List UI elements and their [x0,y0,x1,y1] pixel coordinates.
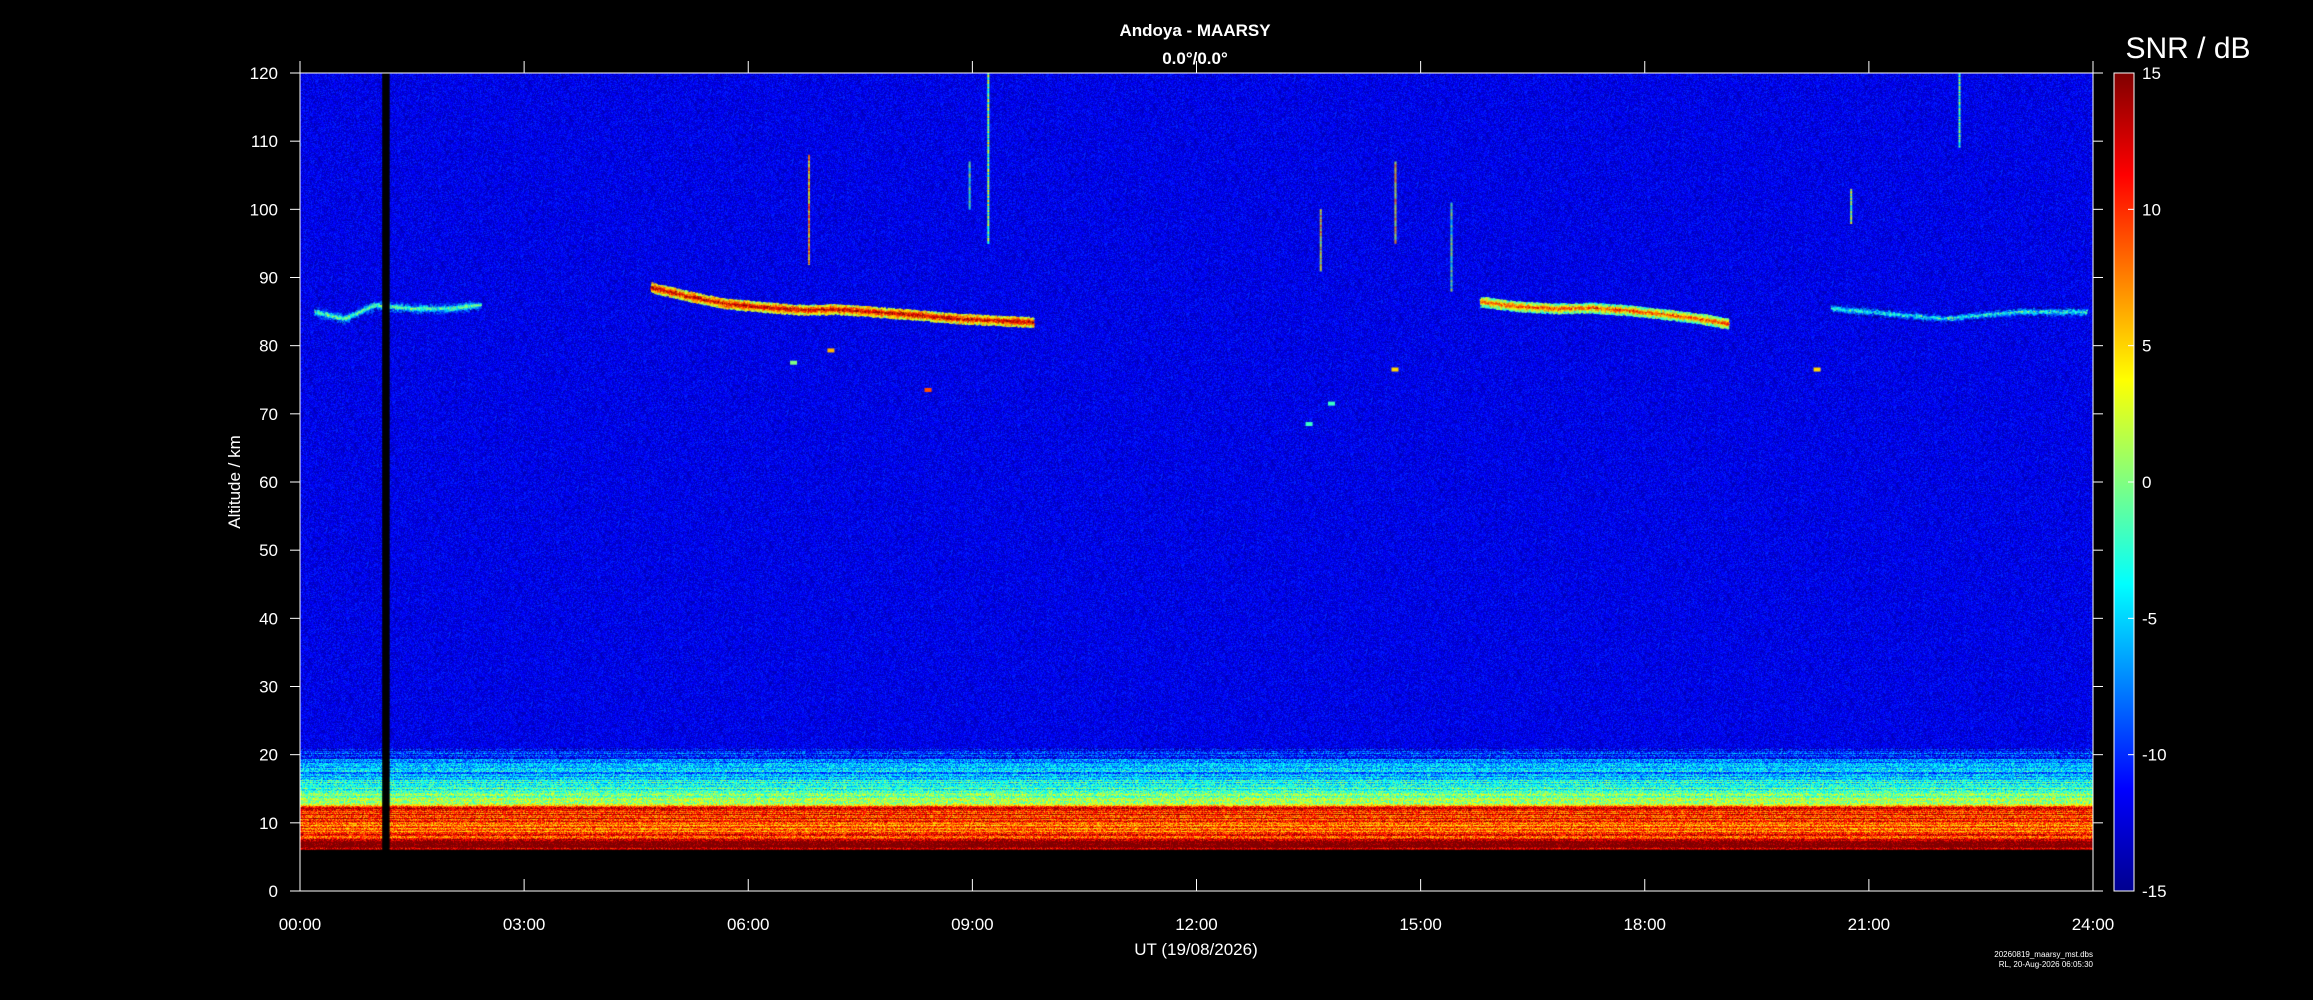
y-axis-label: Altitude / km [225,435,244,529]
x-axis-label: UT (19/08/2026) [1134,940,1257,959]
y-tick-label: 10 [259,814,278,833]
y-tick-label: 0 [269,882,278,901]
x-tick-label: 09:00 [951,915,994,934]
chart-svg: Andoya - MAARSY 0.0°/0.0° 00:00 03:00 06:0… [225,21,2251,969]
chart-subtitle: 0.0°/0.0° [1162,49,1228,68]
x-tick-label: 21:00 [1848,915,1891,934]
x-tick-label: 03:00 [503,915,546,934]
x-tick-label: 18:00 [1623,915,1666,934]
colorbar-tick-label: 0 [2142,473,2151,492]
y-tick-label: 90 [259,269,278,288]
x-tick-label: 06:00 [727,915,770,934]
footer-credit: RL, 20-Aug-2026 06:05:30 [1999,960,2094,969]
y-tick-label: 40 [259,609,278,628]
x-tick-label: 12:00 [1175,915,1218,934]
figure: Andoya - MAARSY 0.0°/0.0° 00:00 03:00 06:0… [0,0,2313,1000]
heatmap-container [300,73,2093,891]
x-tick-label: 00:00 [279,915,322,934]
colorbar-tick-label: 5 [2142,337,2151,356]
x-tick-label: 15:00 [1399,915,1442,934]
y-tick-label: 80 [259,337,278,356]
colorbar-label: SNR / dB [2125,32,2250,65]
plot-area [299,72,2094,892]
footer-filename: 20260819_maarsy_mst.dbs [1994,950,2093,959]
snr-heatmap [300,73,2093,891]
y-tick-label: 100 [250,200,278,219]
colorbar-tick-label: -5 [2142,609,2157,628]
y-tick-label: 70 [259,405,278,424]
colorbar: -15 -10 -5 0 5 10 15 SNR / dB [2113,32,2251,901]
y-tick-label: 60 [259,473,278,492]
colorbar-tick-label: -10 [2142,746,2167,765]
chart-title: Andoya - MAARSY [1119,21,1271,40]
colorbar-tick-label: -15 [2142,882,2167,901]
colorbar-tick-label: 15 [2142,64,2161,83]
y-tick-label: 50 [259,541,278,560]
y-tick-label: 20 [259,746,278,765]
y-tick-label: 110 [251,132,278,151]
y-tick-label: 120 [250,64,278,83]
y-tick-label: 30 [259,678,278,697]
x-tick-label: 24:00 [2072,915,2115,934]
colorbar-tick-label: 10 [2142,200,2161,219]
